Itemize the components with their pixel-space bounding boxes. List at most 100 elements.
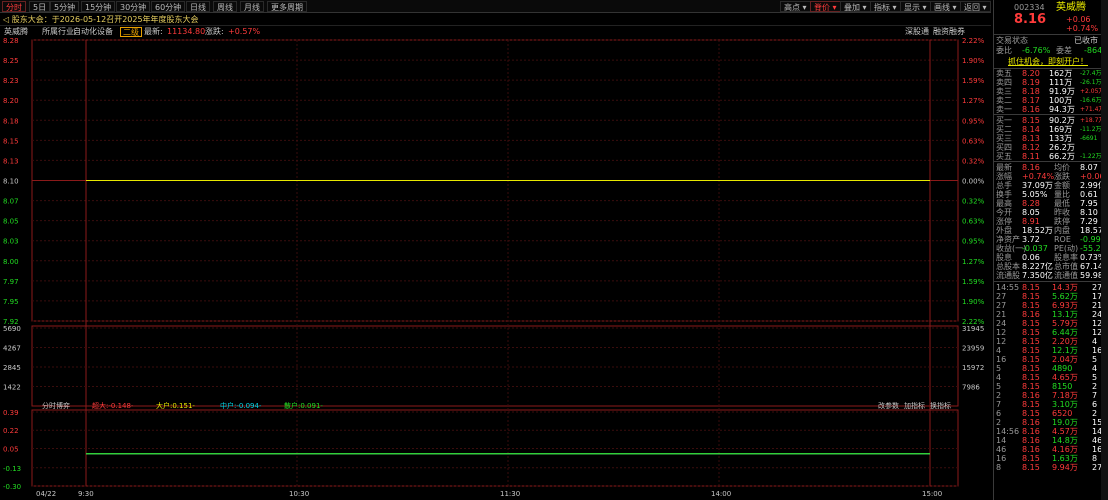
change-label: 涨跌: [205, 27, 224, 36]
tab-7[interactable]: 周线 [213, 1, 237, 12]
toolbar-button-2[interactable]: 叠加 ▾ [840, 1, 871, 12]
tick-price: 8.15 [1022, 382, 1040, 391]
flow-action-2[interactable]: 换指标 [930, 401, 951, 410]
panel-row: 卖一 8.16 94.3万 +71.4万 [994, 105, 1108, 114]
divider [994, 161, 1108, 162]
stat-value: 3.72 [1022, 235, 1040, 244]
orderbook-label: 卖五 [996, 69, 1012, 78]
price-tick-label: 8.28 [3, 38, 19, 45]
panel-row: 21 8.16 13.1万 24 [994, 310, 1108, 319]
industry-label: 所属行业: [42, 27, 77, 36]
chart-area[interactable]: 8.28 2.22% 8.25 1.90% 8.23 1.59% 8.20 1.27% 8.18… [0, 38, 991, 500]
flow-action-0[interactable]: 改参数 [878, 401, 899, 410]
panel-row: 12 8.15 6.44万 12 [994, 328, 1108, 337]
orderbook-price: 8.12 [1022, 143, 1040, 152]
time-axis-label: 11:30 [500, 490, 520, 498]
weicha-value: -864 [1084, 46, 1103, 55]
margin-trading-label[interactable]: 融资融券 [933, 26, 965, 38]
tick-count: 4 [1092, 337, 1098, 346]
price-tick-label: 8.18 [3, 117, 19, 125]
stat-value: 37.09万 [1022, 181, 1053, 190]
tab-5[interactable]: 60分钟 [151, 1, 186, 12]
tab-1[interactable]: 5日 [29, 1, 51, 12]
divider [994, 34, 1108, 35]
stat-value: 5.05% [1022, 190, 1048, 199]
tab-4[interactable]: 30分钟 [116, 1, 151, 12]
orderbook-delta: -1.22万 [1080, 153, 1102, 160]
toolbar-button-5[interactable]: 画线 ▾ [930, 1, 961, 12]
price-tick-label: 7.95 [3, 298, 19, 306]
toolbar-button-1[interactable]: 脊价 ▾ [810, 1, 841, 12]
flow-title[interactable]: 分时博弈 [42, 401, 70, 410]
time-axis-label: 14:00 [711, 490, 731, 498]
panel-row: 股息 0.06 股息率 0.73% [994, 253, 1108, 262]
tab-6[interactable]: 日线 [186, 1, 210, 12]
toolbar-button-3[interactable]: 指标 ▾ [870, 1, 901, 12]
pct-tick-label: 0.00% [962, 178, 985, 186]
price-tick-label: 8.20 [3, 97, 19, 105]
stock-name: 英威腾 [4, 27, 28, 36]
tick-volume: 8150 [1052, 382, 1073, 391]
panel-row: 14:55 8.15 14.3万 27 [994, 283, 1108, 292]
orderbook-label: 卖三 [996, 87, 1012, 96]
tick-count: 5 [1092, 373, 1098, 382]
tick-price: 8.16 [1022, 391, 1040, 400]
flow-tick-label: -0.13 [3, 465, 21, 473]
tab-9[interactable]: 更多周期 [267, 1, 307, 12]
hk-connect-label[interactable]: 深股通 [905, 26, 929, 38]
orderbook-volume: 169万 [1049, 125, 1073, 134]
tick-time: 8 [996, 463, 1002, 472]
toolbar-button-6[interactable]: 返回 ▾ [960, 1, 991, 12]
tick-price: 8.16 [1022, 310, 1040, 319]
orderbook-price: 8.18 [1022, 87, 1040, 96]
open-account-link[interactable]: 抓住机会，即刻开户！ [1008, 57, 1088, 66]
toolbar-button-0[interactable]: 高点 ▾ [780, 1, 811, 12]
tick-volume: 4.57万 [1052, 427, 1078, 436]
notice-icon: ◁ [3, 15, 10, 24]
orderbook-price: 8.14 [1022, 125, 1040, 134]
stat-value: 7.29 [1080, 217, 1098, 226]
pct-tick-label: 1.59% [962, 278, 985, 286]
stat-value: 7.350亿 [1022, 271, 1053, 280]
tick-price: 8.16 [1022, 418, 1040, 427]
panel-row: 14 8.16 14.8万 46 [994, 436, 1108, 445]
industry-value[interactable]: 自动化设备 [73, 26, 113, 38]
pct-tick-label: 1.27% [962, 258, 985, 266]
tick-volume: 1.63万 [1052, 454, 1078, 463]
notice-text[interactable]: 股东大会：于2026-05-12召开2025年年度股东大会 [12, 15, 199, 24]
volume-tick-label: 4267 [3, 345, 21, 353]
panel-row: 16 8.15 2.04万 5 [994, 355, 1108, 364]
panel-scrollbar[interactable] [1101, 0, 1108, 500]
divider [994, 281, 1108, 282]
panel-row: 卖二 8.17 100万 -16.6万 [994, 96, 1108, 105]
tick-time: 27 [996, 301, 1007, 310]
price-change: +0.06 [1066, 15, 1091, 24]
industry-badge[interactable]: 二级 [120, 27, 142, 37]
orderbook-label: 卖二 [996, 96, 1012, 105]
orderbook-price: 8.13 [1022, 134, 1040, 143]
pct-tick-label: 1.27% [962, 97, 985, 105]
tick-time: 16 [996, 355, 1007, 364]
pct-tick-label: 1.90% [962, 298, 985, 306]
latest-value: 11134.80 [167, 27, 206, 36]
tab-8[interactable]: 月线 [240, 1, 264, 12]
tab-0[interactable]: 分时 [2, 1, 26, 12]
price-tick-label: 7.97 [3, 278, 19, 286]
panel-row: 流通股 7.350亿 流通值 59.98亿 [994, 271, 1108, 280]
panel-row: 002334 英威腾 [994, 3, 1108, 13]
status-label: 交易状态 [996, 36, 1028, 45]
tab-2[interactable]: 5分钟 [50, 1, 80, 12]
orderbook-price: 8.20 [1022, 69, 1040, 78]
orderbook-delta: -27.4万 [1080, 70, 1102, 77]
tab-3[interactable]: 15分钟 [81, 1, 116, 12]
stat-label: PE(动) [1054, 244, 1079, 253]
flow-action-1[interactable]: 加指标 [904, 401, 925, 410]
tick-volume: 2.04万 [1052, 355, 1078, 364]
price-tick-label: 8.25 [3, 57, 19, 65]
tick-volume: 3.10万 [1052, 400, 1078, 409]
time-axis-label: 10:30 [289, 490, 309, 498]
orderbook-volume: 26.2万 [1049, 143, 1075, 152]
tick-price: 8.15 [1022, 355, 1040, 364]
flow-legend-item: 中户:-0.094- [220, 401, 262, 410]
toolbar-button-4[interactable]: 显示 ▾ [900, 1, 931, 12]
